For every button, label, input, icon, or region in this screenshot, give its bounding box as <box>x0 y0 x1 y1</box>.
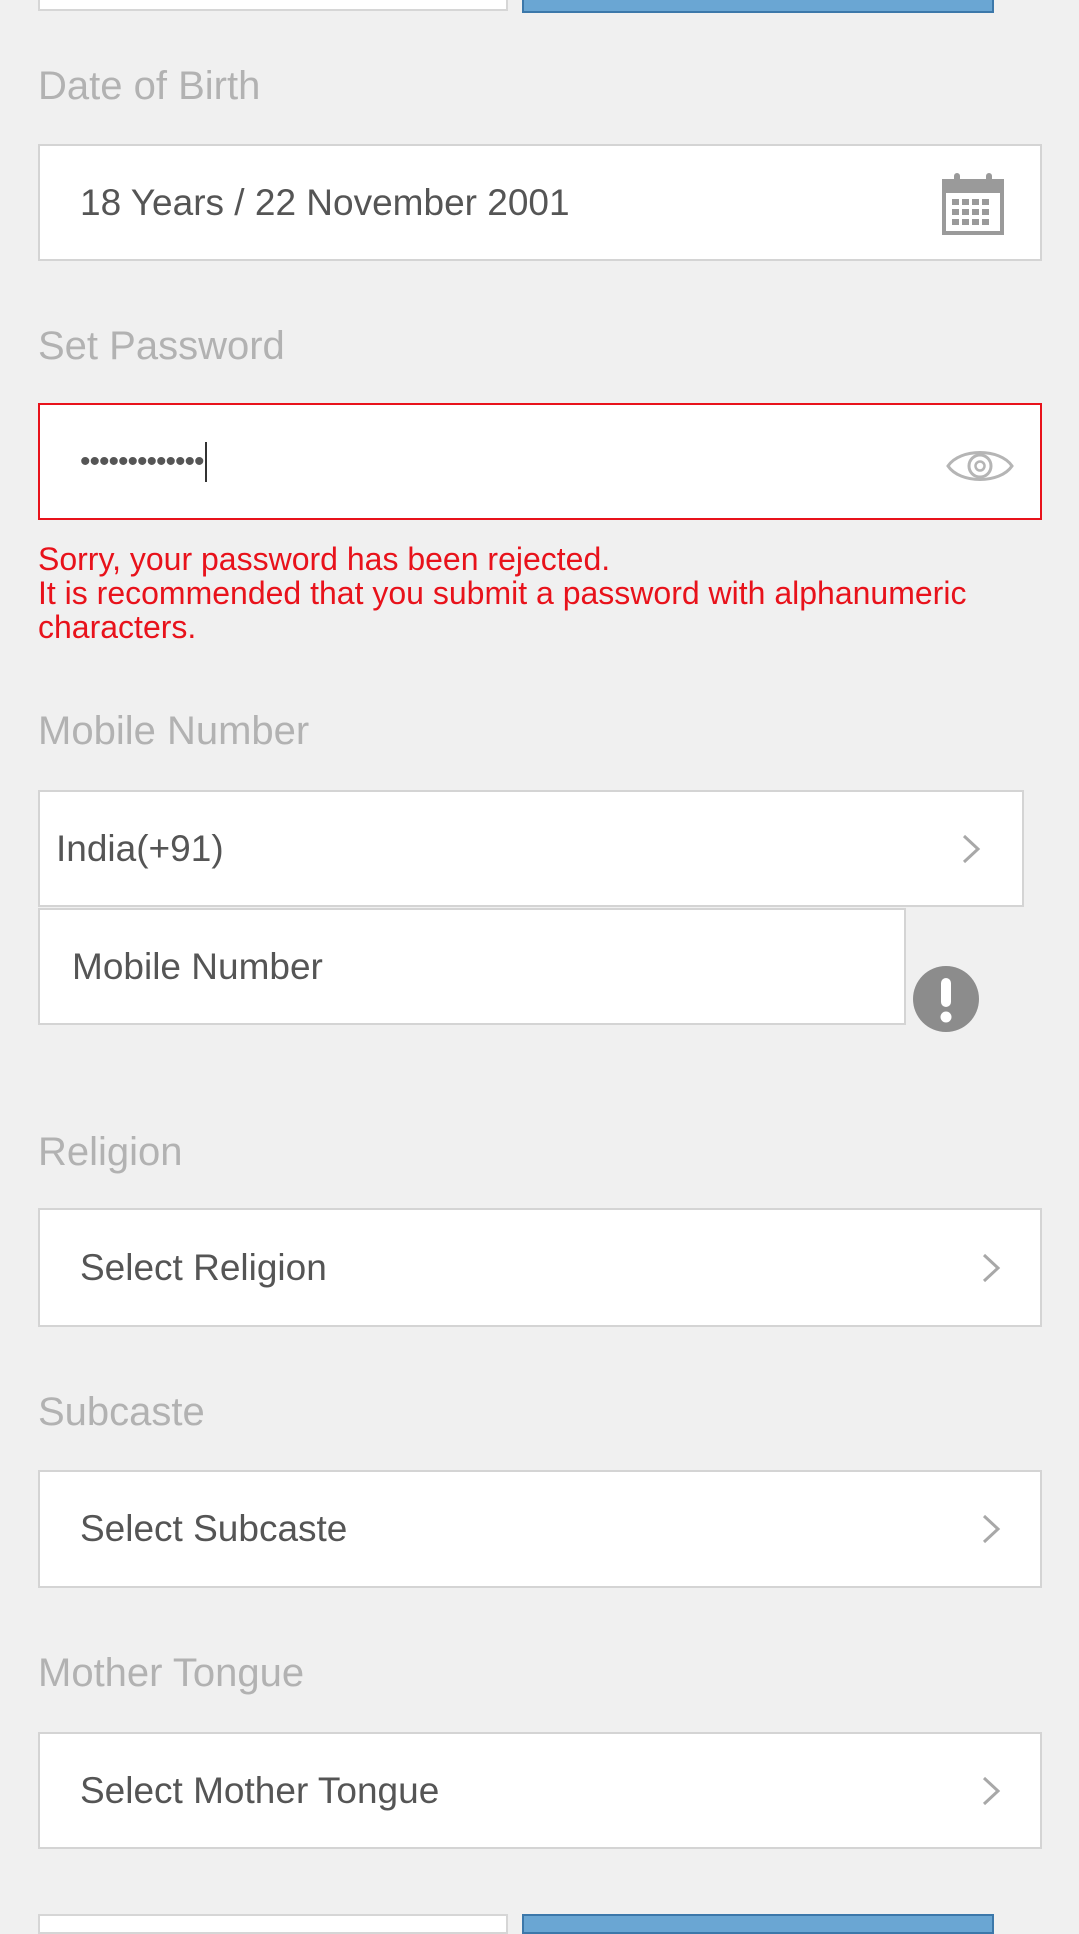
mother-tongue-placeholder: Select Mother Tongue <box>80 1769 440 1811</box>
text-caret <box>204 441 207 482</box>
country-code-value: India(+91) <box>56 827 224 869</box>
religion-placeholder: Select Religion <box>80 1246 327 1288</box>
password-field[interactable]: ••••••••••••• <box>38 403 1042 520</box>
mobile-number-input[interactable]: Mobile Number <box>38 908 906 1025</box>
country-code-select[interactable]: India(+91) <box>38 790 1024 907</box>
chevron-right-icon <box>962 834 981 863</box>
mobile-label: Mobile Number <box>38 709 310 753</box>
religion-select[interactable]: Select Religion <box>38 1208 1042 1327</box>
exclamation-icon <box>913 966 979 1032</box>
password-error-line-1: Sorry, your password has been rejected. <box>38 541 611 577</box>
subcaste-label: Subcaste <box>38 1390 205 1434</box>
chevron-right-icon <box>982 1514 1001 1544</box>
mobile-number-placeholder: Mobile Number <box>72 945 323 987</box>
gender-option-left-button[interactable] <box>38 0 508 11</box>
religion-label: Religion <box>38 1130 183 1174</box>
subcaste-select[interactable]: Select Subcaste <box>38 1470 1042 1588</box>
password-error-line-2: It is recommended that you submit a pass… <box>38 575 967 645</box>
password-label: Set Password <box>38 324 285 368</box>
chevron-right-icon <box>982 1253 1001 1282</box>
bottom-option-right-button[interactable] <box>522 1914 994 1934</box>
password-error-message: Sorry, your password has been rejected. … <box>38 542 1058 644</box>
bottom-option-left-button[interactable] <box>38 1914 508 1934</box>
mother-tongue-select[interactable]: Select Mother Tongue <box>38 1732 1042 1849</box>
chevron-right-icon <box>982 1776 1001 1805</box>
subcaste-placeholder: Select Subcaste <box>80 1508 348 1549</box>
dob-field[interactable]: 18 Years / 22 November 2001 <box>38 144 1042 261</box>
dob-label: Date of Birth <box>38 64 261 108</box>
eye-icon[interactable] <box>946 443 1014 489</box>
dob-value: 18 Years / 22 November 2001 <box>80 181 570 223</box>
gender-option-right-button[interactable] <box>522 0 994 13</box>
password-value: ••••••••••••• <box>80 444 205 478</box>
mother-tongue-label: Mother Tongue <box>38 1651 305 1695</box>
calendar-icon[interactable] <box>940 171 1006 237</box>
